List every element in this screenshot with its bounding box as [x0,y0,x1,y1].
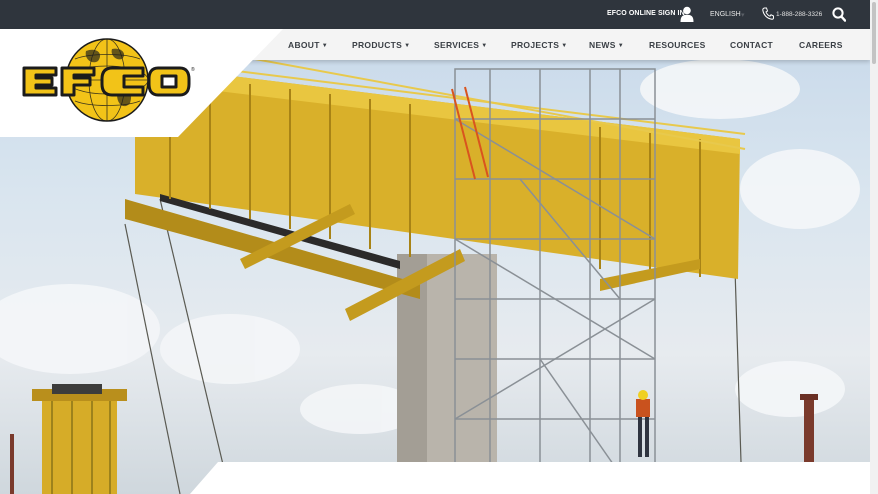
nav-news[interactable]: NEWS ▼ [589,40,624,50]
online-signin-link[interactable]: EFCO ONLINE SIGN IN [607,10,685,17]
caret-down-icon: ▼ [481,43,488,49]
efco-logo[interactable]: ® [0,29,283,137]
user-icon[interactable] [680,6,694,22]
chevron-down-icon: ▾ [741,12,745,19]
content-panel [0,462,870,494]
nav-label: PRODUCTS [352,40,403,50]
nav-projects[interactable]: PROJECTS ▼ [511,40,567,50]
nav-products[interactable]: PRODUCTS ▼ [352,40,410,50]
top-utility-bar: EFCO ONLINE SIGN IN ENGLISH ▾ 1-888-288-… [0,0,878,29]
search-icon[interactable] [832,7,846,22]
logo-panel: ® [0,29,283,137]
caret-down-icon: ▼ [404,43,411,49]
nav-label: CAREERS [799,40,843,50]
language-selector[interactable]: ENGLISH [710,11,741,18]
nav-services[interactable]: SERVICES ▼ [434,40,487,50]
nav-label: NEWS [589,40,616,50]
scrollbar-thumb[interactable] [872,2,876,64]
nav-about[interactable]: ABOUT ▼ [288,40,328,50]
nav-label: CONTACT [730,40,774,50]
nav-careers[interactable]: CAREERS [799,40,843,50]
nav-label: RESOURCES [649,40,706,50]
caret-down-icon: ▼ [561,43,568,49]
caret-down-icon: ▼ [321,43,328,49]
nav-resources[interactable]: RESOURCES [649,40,706,50]
phone-icon [762,7,774,20]
nav-contact[interactable]: CONTACT [730,40,773,50]
nav-label: SERVICES [434,40,480,50]
registered-mark: ® [191,66,195,73]
caret-down-icon: ▼ [617,43,624,49]
nav-label: PROJECTS [511,40,560,50]
page-scrollbar[interactable] [870,0,878,494]
phone-number[interactable]: 1-888-288-3326 [776,11,822,18]
nav-label: ABOUT [288,40,320,50]
